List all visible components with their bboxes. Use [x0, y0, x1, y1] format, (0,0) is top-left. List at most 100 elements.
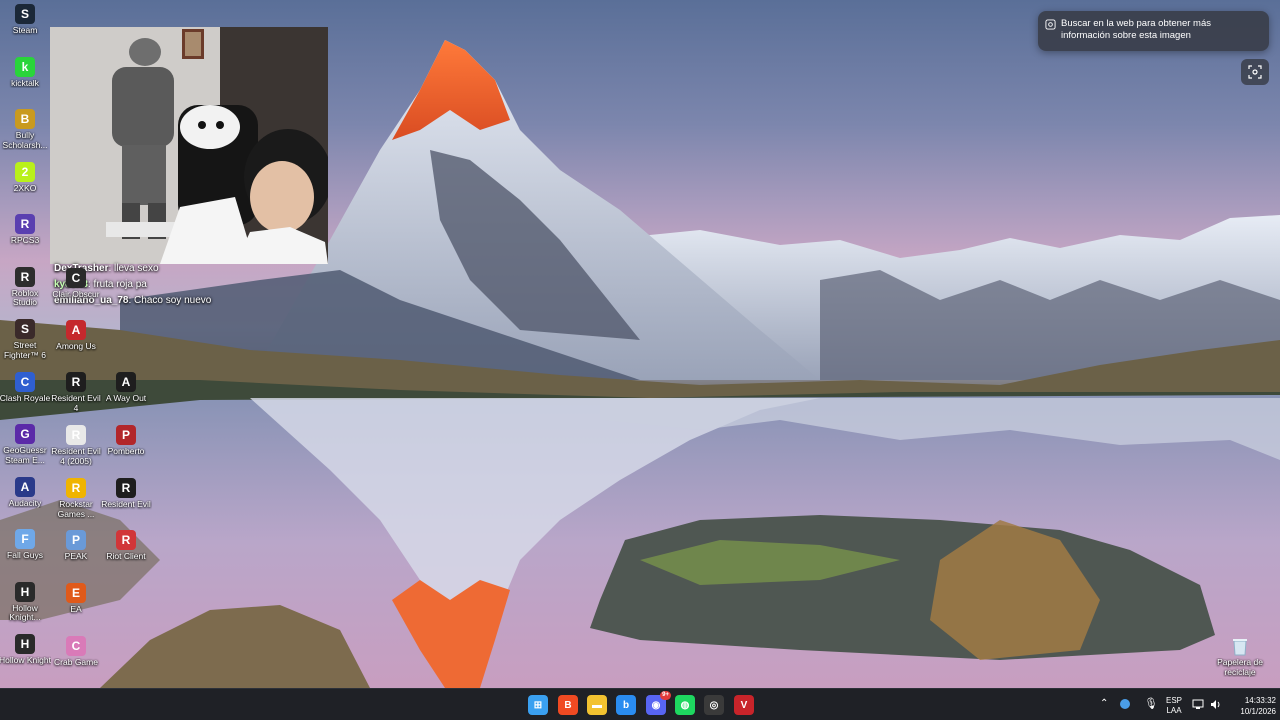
desktop-icon-label: Fall Guys	[7, 551, 43, 560]
notification-badge: 9+	[660, 691, 671, 700]
recycle-bin[interactable]: Papelera de reciclaje	[1214, 636, 1266, 677]
input-language[interactable]: ESP LAA	[1160, 689, 1188, 720]
windows-icon: ⊞	[533, 699, 543, 711]
desktop-icon-label: Among Us	[56, 342, 96, 351]
discord-icon: ◉	[651, 699, 661, 711]
voicemeeter-button[interactable]: V	[734, 695, 754, 715]
start-button[interactable]: ⊞	[528, 695, 548, 715]
desktop-icon-crab-game[interactable]: C Crab Game	[50, 636, 102, 668]
clash-royale-icon: C	[15, 371, 35, 392]
desktop-icon-label: PEAK	[64, 552, 88, 561]
show-hidden-icons-chevron-icon[interactable]: ⌃	[1100, 698, 1108, 709]
desktop-icon-rpcs3[interactable]: R RPCS3	[0, 214, 51, 246]
clock[interactable]: 14:33:32 10/1/2026	[1226, 689, 1276, 720]
lens-capture-button[interactable]	[1241, 59, 1269, 85]
bing-button[interactable]: b	[616, 695, 636, 715]
lens-tooltip-text: Buscar en la web para obtener más inform…	[1061, 18, 1211, 41]
spotify-icon: ◍	[680, 699, 690, 711]
desktop-icon-geoguessr[interactable]: G GeoGuessr Steam E...	[0, 424, 51, 465]
resident-evil-4-2005-icon: R	[66, 425, 86, 445]
desktop-icon-label: Clash Royale	[0, 393, 51, 403]
lens-search-tooltip[interactable]: Buscar en la web para obtener más inform…	[1038, 11, 1269, 51]
desktop-icon-steam[interactable]: S Steam	[0, 4, 51, 36]
rockstar-icon: R	[66, 478, 86, 498]
desktop-icon-a-way-out[interactable]: A A Way Out	[100, 372, 152, 404]
chat-text: Chaco soy nuevo	[134, 295, 212, 306]
desktop-icon-resident-evil[interactable]: R Resident Evil	[100, 478, 152, 510]
desktop-icon-clash-royale[interactable]: C Clash Royale	[0, 371, 51, 404]
ea-icon: E	[66, 583, 86, 603]
desktop-icon-label: A Way Out	[105, 394, 147, 403]
desktop-icon-among-us[interactable]: A Among Us	[50, 320, 102, 352]
desktop-icon-label: GeoGuessr Steam E...	[3, 446, 47, 465]
capture-icon	[1248, 65, 1262, 79]
desktop-icon-pomberto[interactable]: P Pomberto	[100, 425, 152, 457]
desktop-icon-label: 2XKO	[13, 183, 37, 193]
a-way-out-icon: A	[116, 372, 136, 392]
desktop-icon-label: Resident Evil 4	[51, 394, 101, 413]
desktop-icon-ea[interactable]: E EA	[50, 583, 102, 615]
onedrive-icon[interactable]	[1120, 699, 1130, 709]
brave-button[interactable]: B	[558, 695, 578, 715]
desktop-icon-label: Resident Evil 4 (2005)	[51, 447, 101, 466]
desktop-icon-label: Rockstar Games ...	[57, 500, 95, 519]
pomberto-icon: P	[116, 425, 136, 445]
desktop-icon-clair-obscur[interactable]: C Clair Obscur	[50, 268, 102, 300]
geoguessr-icon: G	[15, 424, 35, 444]
spotify-button[interactable]: ◍	[675, 695, 695, 715]
desktop-icon-street-fighter[interactable]: S Street Fighter™ 6	[0, 319, 51, 360]
desktop-icon-fall-guys[interactable]: F Fall Guys	[0, 529, 51, 561]
microphone-icon[interactable]: 🎙	[1144, 697, 1158, 710]
clock-date: 10/1/2026	[1240, 707, 1276, 716]
desktop-icon-label: Hollow Knight	[0, 656, 51, 665]
riot-client-icon: R	[116, 530, 136, 550]
2xko-icon: 2	[15, 161, 35, 182]
desktop-icon-label: Crab Game	[54, 658, 98, 667]
system-tray: ⌃ 🎙	[1098, 689, 1168, 720]
desktop-icon-hollow-knight-2[interactable]: H Hollow Knight	[0, 634, 51, 666]
rpcs3-icon: R	[15, 214, 35, 234]
taskbar: ⊞ B ▬ b ◉ 9+ ◍ ◎ V ⌃ 🎙 ESP LAA 14:33:32 10/1/202…	[0, 688, 1280, 720]
kicktalk-icon: k	[15, 56, 35, 77]
desktop-icon-label: Riot Client	[106, 552, 146, 561]
desktop-icon-label: Resident Evil	[101, 500, 151, 509]
bully-icon: B	[15, 109, 35, 129]
brave-icon: B	[564, 699, 572, 711]
desktop-icon-roblox-studio[interactable]: R Roblox Studio	[0, 266, 51, 308]
keyboard-layout: LAA	[1166, 706, 1182, 715]
chat-text: lleva sexo	[114, 263, 159, 274]
desktop-icon-riot-client[interactable]: R Riot Client	[100, 530, 152, 562]
resident-evil-icon: R	[116, 478, 136, 498]
desktop-icon-audacity[interactable]: A Audacity	[0, 476, 51, 509]
image-search-icon	[1045, 19, 1056, 30]
desktop-icon-kicktalk[interactable]: k kicktalk	[0, 56, 51, 89]
peak-icon: P	[66, 530, 86, 550]
file-explorer-button[interactable]: ▬	[587, 695, 607, 715]
audacity-icon: A	[15, 476, 35, 497]
discord-button[interactable]: ◉ 9+	[646, 691, 671, 715]
quick-settings[interactable]	[1190, 689, 1226, 720]
steam-icon: S	[15, 4, 35, 24]
roblox-studio-icon: R	[15, 266, 35, 287]
desktop-icon-peak[interactable]: P PEAK	[50, 530, 102, 562]
network-icon	[1192, 699, 1204, 709]
desktop-icon-resident-evil-4-2005[interactable]: R Resident Evil 4 (2005)	[50, 425, 102, 466]
crab-game-icon: C	[66, 636, 86, 656]
desktop-icon-rockstar[interactable]: R Rockstar Games ...	[50, 478, 102, 519]
desktop-icon-bully[interactable]: B Bully Scholarsh...	[0, 109, 51, 150]
desktop-icon-label: RPCS3	[10, 236, 40, 245]
webcam-overlay	[50, 27, 328, 264]
street-fighter-icon: S	[15, 319, 35, 339]
recycle-bin-label: Papelera de reciclaje	[1217, 658, 1263, 677]
desktop-icon-label: Clair Obscur	[52, 290, 100, 299]
desktop-icon-hollow-knight[interactable]: H Hollow Knight...	[0, 581, 51, 623]
desktop-icon-label: Steam	[12, 26, 38, 35]
desktop-icon-label: Pomberto	[107, 447, 145, 456]
obs-button[interactable]: ◎	[704, 695, 724, 715]
desktop-icon-resident-evil-4[interactable]: R Resident Evil 4	[50, 372, 102, 413]
desktop-icon-2xko[interactable]: 2 2XKO	[0, 161, 51, 194]
hollow-knight-icon: H	[15, 581, 35, 602]
fall-guys-icon: F	[15, 529, 35, 549]
voicemeeter-icon: V	[740, 699, 748, 711]
desktop-icon-label: Street Fighter™ 6	[3, 341, 47, 360]
